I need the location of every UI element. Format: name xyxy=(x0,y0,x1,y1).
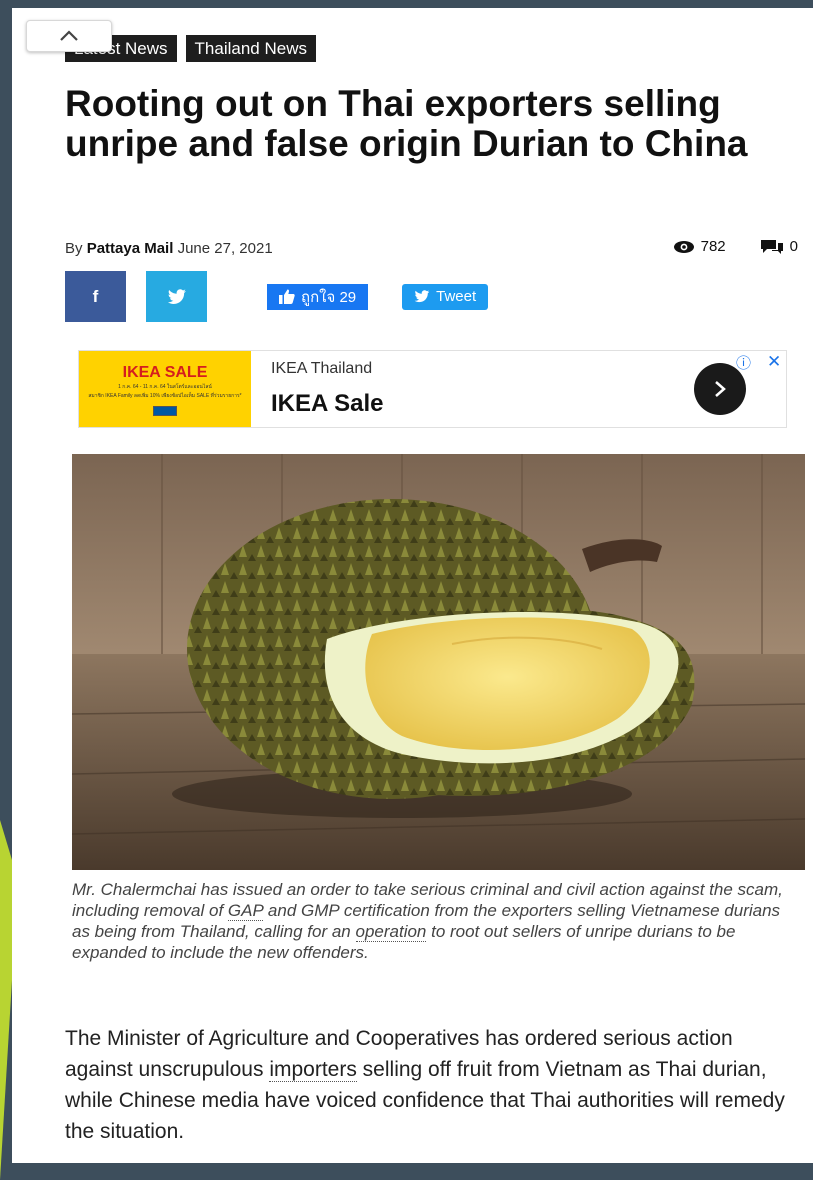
ad-info-icon[interactable]: ⓘ xyxy=(736,352,751,373)
byline: By Pattaya Mail June 27, 2021 xyxy=(65,240,273,257)
ad-banner[interactable]: IKEA SALE 1 ก.ค. 64 - 11 ก.ค. 64 ในสโตร์… xyxy=(78,350,787,428)
caption-link-operation[interactable]: operation xyxy=(355,922,427,942)
twitter-share-button[interactable] xyxy=(146,271,207,322)
ad-advertiser: IKEA Thailand xyxy=(271,360,373,377)
tweet-label: Tweet xyxy=(436,288,477,305)
byline-prefix: By xyxy=(65,240,83,257)
share-bar: f ถูกใจ 29 Tweet xyxy=(65,271,489,322)
caption-link-gap[interactable]: GAP xyxy=(227,901,264,921)
durian-photo xyxy=(72,454,805,870)
article-stats: 782 0 xyxy=(673,238,798,255)
comments-icon[interactable] xyxy=(760,239,784,255)
ad-headline[interactable]: IKEA Sale xyxy=(271,390,384,418)
author-link[interactable]: Pattaya Mail xyxy=(87,240,174,257)
chevron-right-icon xyxy=(715,381,726,397)
facebook-share-button[interactable]: f xyxy=(65,271,126,322)
facebook-icon: f xyxy=(92,286,99,306)
photo-caption: Mr. Chalermchai has issued an order to t… xyxy=(72,879,792,963)
ad-image[interactable]: IKEA SALE 1 ก.ค. 64 - 11 ก.ค. 64 ในสโตร์… xyxy=(79,351,251,427)
ad-image-line2: สมาชิก IKEA Family ลดเพิ่ม 10% เพียงช้อป… xyxy=(88,393,242,399)
like-label: ถูกใจ 29 xyxy=(301,288,357,306)
facebook-like-button[interactable]: ถูกใจ 29 xyxy=(267,283,369,310)
twitter-bird-icon xyxy=(167,288,186,304)
chevron-up-icon xyxy=(60,30,78,41)
category-thailand-news[interactable]: Thailand News xyxy=(185,35,316,62)
publish-date: June 27, 2021 xyxy=(177,240,273,257)
article-page: Latest News Thailand News Rooting out on… xyxy=(12,8,813,1163)
eye-icon xyxy=(673,240,694,253)
ad-image-title: IKEA SALE xyxy=(122,364,208,381)
comment-count[interactable]: 0 xyxy=(790,238,798,255)
twitter-icon xyxy=(414,290,430,303)
ikea-logo xyxy=(153,406,177,416)
view-count: 782 xyxy=(700,238,726,255)
collapse-button[interactable] xyxy=(26,20,112,52)
article-title: Rooting out on Thai exporters selling un… xyxy=(65,83,748,164)
tweet-button[interactable]: Tweet xyxy=(402,283,489,310)
article-body-paragraph: The Minister of Agriculture and Cooperat… xyxy=(65,1023,805,1147)
body-link-importers[interactable]: importers xyxy=(269,1058,357,1082)
thumbs-up-icon xyxy=(279,289,295,304)
ad-close-icon[interactable]: ✕ xyxy=(767,352,781,372)
article-photo xyxy=(72,454,805,870)
ad-image-line1: 1 ก.ค. 64 - 11 ก.ค. 64 ในสโตร์และออนไลน์ xyxy=(118,384,212,390)
